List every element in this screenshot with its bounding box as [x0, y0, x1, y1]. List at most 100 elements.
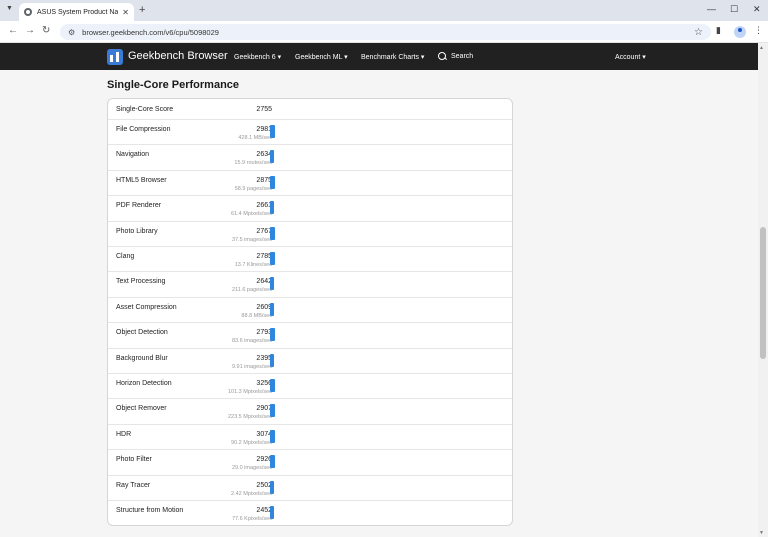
close-window-icon[interactable]: ✕ [753, 4, 761, 15]
score-label: Single-Core Score [116, 106, 174, 113]
benchmark-row: Object Remover 2907 223.5 Mpixels/sec [108, 399, 512, 425]
benchmark-throughput: 88.8 MB/sec [241, 312, 272, 319]
benchmark-throughput: 61.4 Mpixels/sec [231, 211, 272, 218]
benchmark-name: Background Blur [116, 354, 168, 362]
benchmark-bar [270, 226, 275, 240]
benchmark-row: Clang 2785 13.7 Klines/sec [108, 247, 512, 273]
scrollbar-thumb[interactable] [760, 227, 766, 359]
nav-search[interactable]: Search [451, 53, 473, 60]
benchmark-name: Navigation [116, 151, 150, 159]
benchmark-name: Photo Filter [116, 456, 152, 464]
site-info-icon[interactable]: ⚙ [68, 28, 75, 37]
benchmark-throughput: 9.91 images/sec [231, 363, 272, 370]
menu-kebab-icon[interactable]: ⋮ [754, 25, 763, 36]
minimize-icon[interactable]: — [707, 4, 716, 14]
nav-geekbench-ml[interactable]: Geekbench ML ▾ [295, 53, 348, 61]
benchmark-name: Clang [116, 253, 135, 260]
benchmark-row: PDF Renderer 2661 61.4 Mpixels/sec [108, 196, 512, 222]
benchmark-name: Horizon Detection [116, 380, 172, 387]
benchmark-throughput: 2.42 Mpixels/sec [231, 490, 272, 497]
scroll-down-icon[interactable]: ▼ [759, 530, 764, 536]
benchmark-throughput: 13.7 Klines/sec [234, 262, 272, 268]
benchmark-throughput: 428.1 MB/sec [238, 135, 272, 141]
url-text[interactable]: browser.geekbench.com/v6/cpu/5098029 [82, 28, 694, 37]
benchmark-throughput: 37.5 images/sec [231, 236, 272, 243]
page-title: Single-Core Performance [107, 79, 240, 91]
new-tab-icon[interactable]: + [139, 4, 145, 16]
benchmark-row: Background Blur 2395 9.91 images/sec [108, 349, 512, 374]
benchmark-row: Horizon Detection 3256 101.3 Mpixels/sec [108, 374, 512, 400]
maximize-icon[interactable]: ☐ [730, 4, 738, 15]
reload-icon[interactable]: ↻ [42, 25, 50, 36]
search-icon[interactable] [438, 52, 446, 60]
tab-favicon-icon [24, 8, 32, 16]
benchmark-name: Photo Library [116, 227, 158, 235]
benchmark-bar [270, 302, 275, 316]
benchmark-row: Photo Library 2767 37.5 images/sec [108, 222, 512, 247]
benchmark-row: File Compression 2981 428.1 MB/sec [108, 120, 512, 146]
benchmark-name: File Compression [116, 126, 171, 133]
benchmark-bar [270, 277, 275, 291]
score-value: 2755 [256, 106, 272, 113]
benchmark-throughput: 211.6 pages/sec [232, 287, 272, 294]
benchmark-throughput: 83.6 images/sec [231, 338, 272, 345]
nav-benchmark-charts[interactable]: Benchmark Charts ▾ [361, 53, 424, 61]
address-bar[interactable]: ⚙ browser.geekbench.com/v6/cpu/5098029 ☆ [60, 24, 711, 40]
benchmark-row: Structure from Motion 2452 77.6 Kpixels/se… [108, 501, 512, 525]
benchmark-bar [270, 480, 275, 494]
benchmark-name: Object Remover [116, 405, 167, 413]
site-header: Geekbench Browser Geekbench 6 ▾ Geekbenc… [0, 43, 758, 70]
benchmark-name: Object Detection [116, 329, 168, 337]
browser-toolbar: ← → ↻ ⚙ browser.geekbench.com/v6/cpu/509… [0, 21, 768, 43]
benchmark-bar [270, 455, 275, 469]
benchmark-row: HDR 3074 90.2 Mpixels/sec [108, 425, 512, 451]
benchmark-bar [270, 379, 276, 392]
benchmark-throughput: 101.3 Mpixels/sec [227, 389, 272, 395]
scroll-up-icon[interactable]: ▲ [759, 45, 764, 51]
benchmark-row: Text Processing 2642 211.6 pages/sec [108, 272, 512, 298]
benchmark-throughput: 58.9 pages/sec [234, 185, 272, 192]
benchmark-name: HDR [116, 430, 132, 438]
tab-strip: ▼ ASUS System Product Name ✕ + — ☐ ✕ [0, 0, 768, 21]
benchmark-throughput: 90.2 Mpixels/sec [231, 439, 272, 446]
benchmark-bar [270, 201, 275, 215]
results-card: Single-Core Score 2755 File Compression 2… [107, 98, 513, 526]
benchmark-throughput: 223.5 Mpixels/sec [227, 414, 272, 421]
tab-search-icon[interactable]: ▼ [6, 5, 13, 12]
side-panel-icon[interactable]: ▮ [716, 25, 721, 36]
benchmark-row: Navigation 2634 15.9 routes/sec [108, 145, 512, 171]
benchmark-bar [270, 125, 275, 138]
benchmark-bar [270, 353, 274, 367]
benchmark-name: Structure from Motion [116, 507, 184, 514]
tab-title: ASUS System Product Name [37, 8, 119, 16]
benchmark-bar [270, 429, 276, 443]
benchmark-throughput: 77.6 Kpixels/sec [231, 516, 272, 522]
benchmark-throughput: 15.9 routes/sec [234, 160, 272, 167]
nav-geekbench6[interactable]: Geekbench 6 ▾ [234, 53, 281, 61]
bookmark-star-icon[interactable]: ☆ [694, 27, 703, 38]
benchmark-bar [270, 150, 275, 164]
benchmark-name: Text Processing [116, 278, 166, 286]
benchmark-bar [270, 506, 275, 519]
score-row: Single-Core Score 2755 [108, 99, 512, 120]
site-brand[interactable]: Geekbench Browser [128, 50, 228, 62]
benchmark-row: Photo Filter 2926 29.0 images/sec [108, 450, 512, 476]
benchmark-bar [270, 252, 275, 265]
forward-icon[interactable]: → [25, 25, 35, 36]
profile-avatar-icon[interactable] [734, 26, 746, 38]
benchmark-row: Object Detection 2793 83.6 images/sec [108, 323, 512, 349]
benchmark-row: Asset Compression 2609 88.8 MB/sec [108, 298, 512, 324]
nav-account[interactable]: Account ▾ [615, 53, 646, 61]
benchmark-row: HTML5 Browser 2875 58.9 pages/sec [108, 171, 512, 197]
benchmark-bar [270, 404, 275, 418]
benchmark-name: Asset Compression [116, 303, 177, 311]
benchmark-name: PDF Renderer [116, 202, 162, 210]
benchmark-bar [270, 328, 275, 342]
benchmark-row: Ray Tracer 2502 2.42 Mpixels/sec [108, 476, 512, 501]
benchmark-throughput: 29.0 images/sec [231, 465, 272, 472]
geekbench-logo-icon[interactable] [107, 49, 123, 65]
browser-tab[interactable]: ASUS System Product Name ✕ [19, 3, 134, 21]
tab-close-icon[interactable]: ✕ [122, 8, 129, 17]
back-icon[interactable]: ← [8, 25, 18, 36]
benchmark-name: Ray Tracer [116, 481, 151, 489]
